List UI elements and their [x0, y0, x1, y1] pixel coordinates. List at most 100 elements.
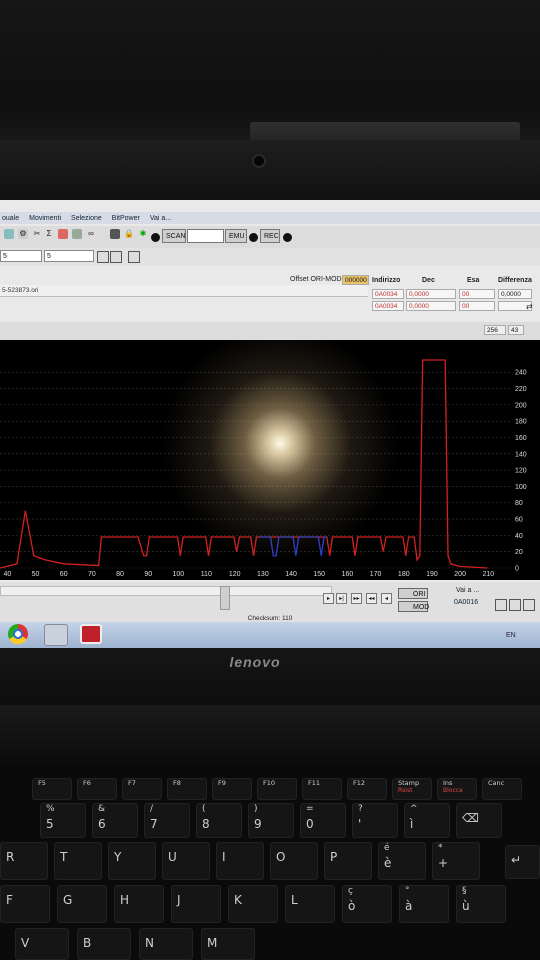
column-spinner[interactable]: 5: [0, 250, 42, 262]
keyboard-key[interactable]: Y: [108, 842, 156, 880]
table-icon[interactable]: [72, 229, 82, 239]
compare-icon[interactable]: [58, 229, 68, 239]
binoculars-icon[interactable]: ∞: [86, 229, 96, 239]
view-toggle-icon[interactable]: [110, 251, 122, 263]
keyboard-key[interactable]: L: [285, 885, 335, 923]
keyboard-key[interactable]: (8: [196, 803, 242, 838]
menu-item[interactable]: BitPower: [112, 215, 140, 222]
keyboard-key[interactable]: F8: [167, 778, 207, 800]
keyboard-key[interactable]: ⌫: [456, 803, 502, 838]
x-tick-label: 60: [60, 571, 68, 578]
sigma-icon[interactable]: Σ: [44, 229, 54, 239]
keyboard-key[interactable]: éè: [378, 842, 426, 880]
lock-icon[interactable]: 🔒: [124, 229, 134, 239]
keyboard-key[interactable]: I: [216, 842, 264, 880]
offset-field[interactable]: 000000: [342, 275, 369, 285]
ecu-app-icon[interactable]: [80, 624, 102, 644]
keyboard-key[interactable]: N: [139, 928, 193, 960]
keyboard-key[interactable]: % 5: [40, 803, 86, 838]
keyboard-key[interactable]: F9: [212, 778, 252, 800]
keyboard-key[interactable]: /7: [144, 803, 190, 838]
x-tick-label: 150: [313, 571, 325, 578]
info-value-a: 256: [484, 325, 506, 335]
view-toggle-icon[interactable]: [128, 251, 140, 263]
keyboard-key[interactable]: F12: [347, 778, 387, 800]
keyboard-key[interactable]: O: [270, 842, 318, 880]
x-tick-label: 190: [426, 571, 438, 578]
emu-button[interactable]: EMU: [225, 229, 247, 243]
grid-icon[interactable]: [523, 599, 535, 611]
explorer-icon[interactable]: [44, 624, 68, 646]
keyboard-key[interactable]: V: [15, 928, 69, 960]
mod-button[interactable]: MOD: [398, 601, 429, 612]
keyboard-key[interactable]: ? ': [352, 803, 398, 838]
keyboard-key[interactable]: ↵: [505, 845, 540, 879]
open-icon[interactable]: [4, 229, 14, 239]
view-toggle-icon[interactable]: [97, 251, 109, 263]
keyboard-key[interactable]: * +: [432, 842, 480, 880]
grid-icon[interactable]: [509, 599, 521, 611]
keyboard-key[interactable]: F11: [302, 778, 342, 800]
webcam-icon: [252, 154, 266, 168]
chrome-icon[interactable]: [8, 624, 28, 644]
keyboard-key[interactable]: ° à: [399, 885, 449, 923]
keyboard-key[interactable]: Canc: [482, 778, 522, 800]
scan-select[interactable]: [187, 229, 224, 243]
checksum-icon[interactable]: ✂: [32, 229, 42, 239]
row-spinner[interactable]: 5: [44, 250, 94, 262]
keyboard-key[interactable]: = 0: [300, 803, 346, 838]
keyboard-key[interactable]: Stamp Rsist: [392, 778, 432, 800]
run-icon[interactable]: ✱: [138, 229, 148, 239]
keyboard-key[interactable]: H: [114, 885, 164, 923]
keyboard-key[interactable]: K: [228, 885, 278, 923]
keyboard-key[interactable]: R: [0, 842, 48, 880]
monitor-icon[interactable]: [110, 229, 120, 239]
keyboard-key[interactable]: F6: [77, 778, 117, 800]
play-icon[interactable]: ▸: [323, 593, 334, 604]
keyboard-key[interactable]: § ù: [456, 885, 506, 923]
row-diff: 0,0000: [498, 289, 532, 299]
keyboard-key[interactable]: T: [54, 842, 102, 880]
swap-icon[interactable]: ⇄: [526, 302, 533, 311]
language-indicator[interactable]: EN: [506, 632, 516, 639]
ori-button[interactable]: ORI: [398, 588, 428, 599]
tool-icon[interactable]: ⚙: [18, 229, 28, 239]
keyboard-key[interactable]: F5: [32, 778, 72, 800]
scroll-thumb[interactable]: [220, 586, 230, 610]
x-tick-label: 130: [257, 571, 269, 578]
menu-item[interactable]: Movimenti: [29, 215, 61, 222]
keyboard-key[interactable]: çò: [342, 885, 392, 923]
keyboard-key[interactable]: Ins Blocca: [437, 778, 477, 800]
scan-button[interactable]: SCAN: [162, 229, 186, 243]
menu-item[interactable]: ouale: [2, 215, 19, 222]
keyboard-key[interactable]: F7: [122, 778, 162, 800]
keyboard-key[interactable]: & 6: [92, 803, 138, 838]
rec-button[interactable]: REC: [260, 229, 280, 243]
x-tick-label: 180: [398, 571, 410, 578]
keyboard-key[interactable]: F10: [257, 778, 297, 800]
row-esa: 00: [459, 289, 495, 299]
keyboard-key[interactable]: U: [162, 842, 210, 880]
step-forward-icon[interactable]: ▸|: [336, 593, 347, 604]
goto-address[interactable]: 0A0016: [454, 599, 478, 606]
keyboard-key[interactable]: F: [0, 885, 50, 923]
graph-panel[interactable]: 0 20 40 60 80 100 120 140 160 180 200 220 240 40 50 60 7…: [0, 340, 540, 580]
keyboard-key[interactable]: P: [324, 842, 372, 880]
keyboard-key[interactable]: J: [171, 885, 221, 923]
rewind-icon[interactable]: ◂◂: [366, 593, 377, 604]
keyboard-key[interactable]: B: [77, 928, 131, 960]
series-line-1: [259, 536, 327, 557]
y-tick-label: 220: [515, 386, 527, 393]
fast-forward-icon[interactable]: ▸▸: [351, 593, 362, 604]
keyboard-key[interactable]: M: [201, 928, 255, 960]
keyboard-key[interactable]: ) 9: [248, 803, 294, 838]
menu-item[interactable]: Vai a...: [150, 215, 171, 222]
keyboard-key[interactable]: ^ ì: [404, 803, 450, 838]
grid-icon[interactable]: [495, 599, 507, 611]
menu-item[interactable]: Selezione: [71, 215, 102, 222]
offset-label: Offset ORI-MOD: [290, 276, 342, 283]
x-tick-label: 90: [144, 571, 152, 578]
horizontal-scrollbar[interactable]: [0, 586, 332, 596]
step-back-icon[interactable]: ◂: [381, 593, 392, 604]
keyboard-key[interactable]: G: [57, 885, 107, 923]
